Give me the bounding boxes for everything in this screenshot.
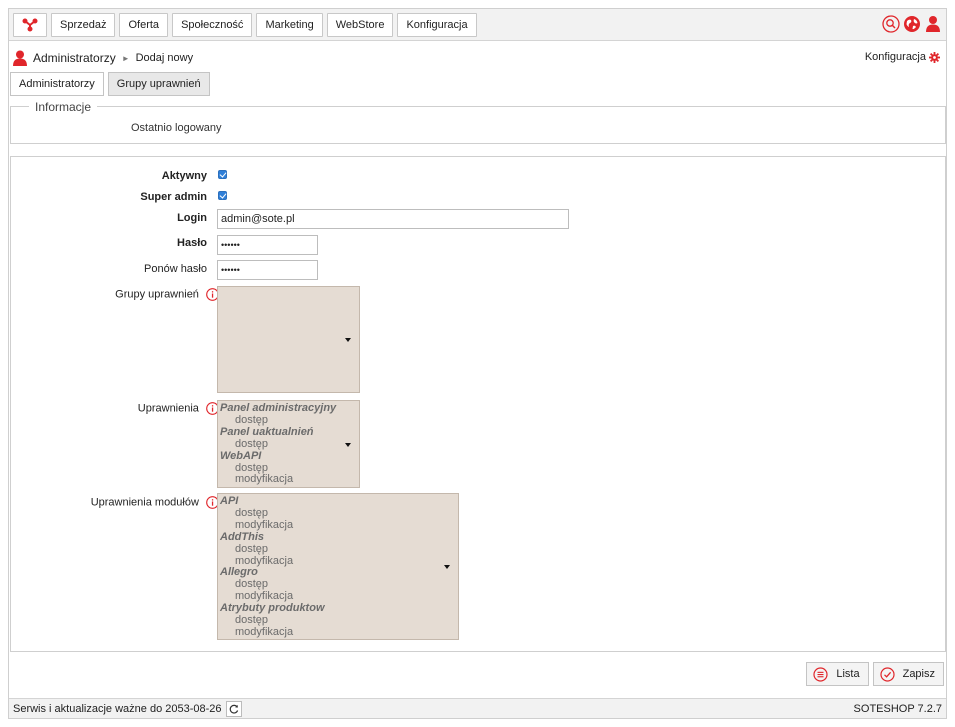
- admin-form: Aktywny Super admin Login admin@sote.pl …: [10, 156, 946, 652]
- list-button-label: Lista: [836, 668, 860, 680]
- active-label: Aktywny: [161, 170, 207, 182]
- permissions-label-text: Uprawnienia: [137, 402, 199, 415]
- home-logo-button[interactable]: [13, 12, 47, 37]
- permissions-label: Uprawnienia: [138, 402, 219, 415]
- super-admin-checkbox[interactable]: [218, 191, 227, 200]
- gear-icon: [929, 51, 940, 63]
- module-option[interactable]: modyfikacja: [218, 519, 458, 532]
- super-admin-label: Super admin: [140, 191, 207, 203]
- version-label: SOTESHOP 7.2.7: [853, 702, 942, 715]
- save-button[interactable]: Zapisz: [872, 662, 944, 686]
- password-input[interactable]: ••••••: [217, 235, 318, 255]
- module-permissions-label: Uprawnienia modułów: [91, 496, 219, 509]
- logo-icon: [22, 18, 38, 31]
- repeat-password-label: Ponów hasło: [144, 263, 207, 275]
- module-group: AddThis: [220, 530, 264, 543]
- refresh-icon: [229, 704, 238, 714]
- refresh-button[interactable]: [225, 700, 242, 717]
- permission-group: Panel uaktualnień: [220, 425, 314, 438]
- dropdown-arrow-icon: [345, 443, 351, 447]
- breadcrumb: Administratorzy ► Dodaj nowy: [13, 49, 193, 67]
- admin-user-icon: [13, 50, 27, 66]
- dropdown-arrow-icon: [444, 565, 450, 569]
- form-actions: Lista Zapisz: [806, 662, 944, 686]
- tabs: Administratorzy Grupy uprawnień: [10, 72, 210, 96]
- breadcrumb-separator: ►: [121, 53, 130, 63]
- globe-icon[interactable]: [903, 15, 921, 33]
- permission-option[interactable]: modyfikacja: [218, 474, 359, 486]
- user-icon[interactable]: [924, 15, 942, 33]
- module-option[interactable]: dostęp: [218, 543, 458, 556]
- nav-offer[interactable]: Oferta: [119, 12, 169, 37]
- top-navigation: Sprzedaż Oferta Społeczność Marketing We…: [9, 9, 946, 41]
- nav-configuration[interactable]: Konfiguracja: [397, 12, 477, 37]
- app-window: Sprzedaż Oferta Społeczność Marketing We…: [8, 8, 947, 719]
- password-label: Hasło: [177, 237, 207, 249]
- last-login-label: Ostatnio logowany: [131, 122, 222, 134]
- tab-permission-groups[interactable]: Grupy uprawnień: [107, 72, 210, 96]
- status-bar: Serwis i aktualizacje ważne do 2053-08-2…: [9, 698, 946, 718]
- search-icon[interactable]: [882, 15, 900, 33]
- permission-groups-label: Grupy uprawnień: [115, 288, 219, 301]
- breadcrumb-title[interactable]: Administratorzy: [33, 51, 116, 65]
- login-input[interactable]: admin@sote.pl: [217, 209, 569, 229]
- top-right-icons: [882, 15, 942, 33]
- nav-community[interactable]: Społeczność: [172, 12, 253, 37]
- check-circle-icon: [879, 666, 895, 682]
- nav-webstore[interactable]: WebStore: [326, 12, 394, 37]
- list-button[interactable]: Lista: [806, 662, 869, 686]
- nav-marketing[interactable]: Marketing: [256, 12, 323, 37]
- dropdown-arrow-icon: [345, 338, 351, 342]
- permission-groups-select[interactable]: [217, 286, 360, 393]
- tab-administrators[interactable]: Administratorzy: [10, 72, 104, 96]
- permission-option[interactable]: dostęp: [218, 438, 359, 451]
- repeat-password-input[interactable]: ••••••: [217, 260, 318, 280]
- info-legend: Informacje: [29, 100, 98, 114]
- permissions-select[interactable]: Panel administracyjny dostęp Panel uaktu…: [217, 400, 360, 488]
- service-validity-text: Serwis i aktualizacje ważne do 2053-08-2…: [13, 702, 222, 715]
- permission-groups-label-text: Grupy uprawnień: [115, 288, 199, 301]
- module-option[interactable]: modyfikacja: [218, 626, 458, 639]
- configuration-link[interactable]: Konfiguracja: [865, 51, 940, 63]
- module-permissions-label-text: Uprawnienia modułów: [90, 496, 199, 509]
- permission-group: WebAPI: [220, 449, 262, 462]
- login-label: Login: [177, 212, 207, 224]
- info-fieldset: Informacje Ostatnio logowany: [10, 100, 946, 144]
- save-button-label: Zapisz: [902, 668, 935, 680]
- active-checkbox[interactable]: [218, 170, 227, 179]
- nav-sales[interactable]: Sprzedaż: [51, 12, 116, 37]
- configuration-link-label: Konfiguracja: [864, 51, 926, 63]
- list-icon: [813, 666, 828, 682]
- breadcrumb-current: Dodaj nowy: [135, 52, 194, 64]
- module-permissions-select[interactable]: API dostęp modyfikacja AddThis dostęp mo…: [217, 493, 459, 640]
